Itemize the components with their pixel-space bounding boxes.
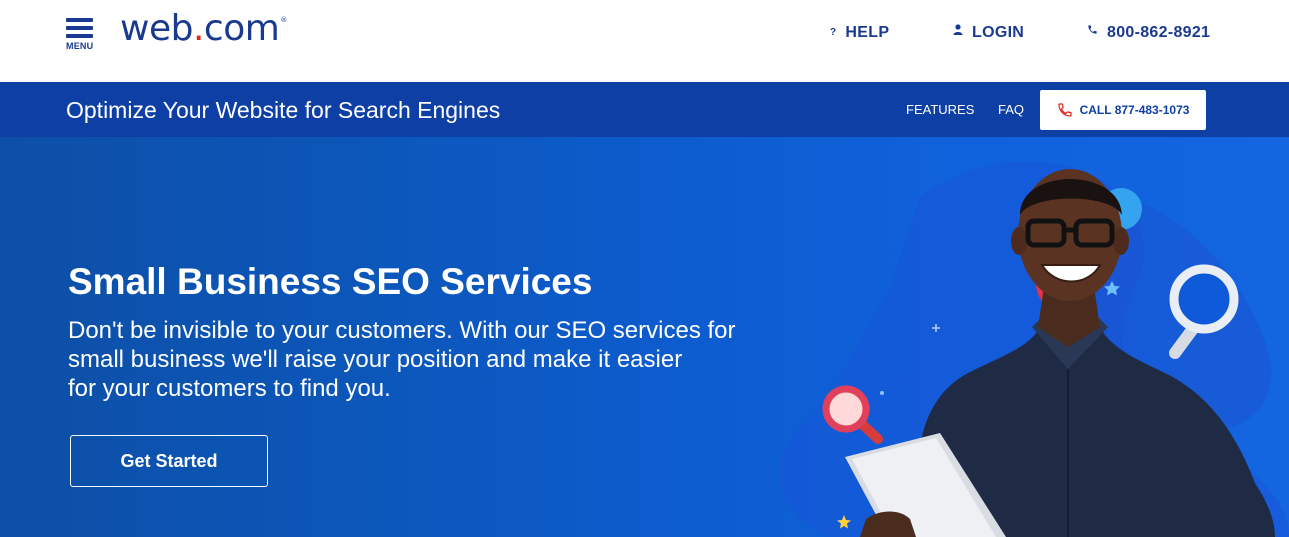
site-header: MENU web.com® ? HELP LOGIN 800-862-8921 <box>0 0 1289 82</box>
web-com-logo[interactable]: web.com® <box>120 8 287 49</box>
logo-registered-mark: ® <box>280 16 287 24</box>
help-link[interactable]: ? HELP <box>830 24 889 42</box>
get-started-label: Get Started <box>120 450 218 471</box>
person-ear-left <box>1011 227 1027 255</box>
faq-link[interactable]: FAQ <box>998 102 1024 117</box>
hero-title: Small Business SEO Services <box>68 261 592 303</box>
call-button-label: CALL 877-483-1073 <box>1079 103 1190 117</box>
user-icon <box>953 24 963 38</box>
subnav-title: Optimize Your Website for Search Engines <box>66 97 501 123</box>
hero-description-line: small business we'll raise your position… <box>68 346 683 373</box>
menu-button[interactable]: MENU <box>66 18 96 52</box>
phone-icon <box>1057 103 1072 117</box>
menu-label: MENU <box>66 41 94 51</box>
hero-person-illustration <box>778 161 1289 537</box>
login-label: LOGIN <box>972 24 1025 41</box>
hero-description: Don't be invisible to your customers. Wi… <box>68 316 768 403</box>
hero-title-bold: SEO Services <box>351 261 593 302</box>
question-icon: ? <box>830 27 837 38</box>
hero-title-light: Small Business <box>68 261 352 302</box>
product-subnav: Optimize Your Website for Search Engines… <box>0 82 1289 137</box>
decor-dot <box>880 391 884 395</box>
logo-dot: . <box>192 8 204 49</box>
person-ear-right <box>1113 227 1129 255</box>
hero-description-line: for your customers to find you. <box>68 375 391 402</box>
logo-suffix: com <box>203 8 280 49</box>
phone-icon <box>1087 24 1098 38</box>
features-link[interactable]: FEATURES <box>906 102 974 117</box>
get-started-button[interactable]: Get Started <box>70 435 268 487</box>
call-button[interactable]: CALL 877-483-1073 <box>1040 90 1206 130</box>
logo-text: web <box>120 8 193 49</box>
phone-number: 800-862-8921 <box>1107 24 1211 41</box>
hero-description-line: Don't be invisible to your customers. Wi… <box>68 317 736 344</box>
hero-banner: Small Business SEO Services Don't be inv… <box>0 137 1289 537</box>
hamburger-icon <box>66 18 96 38</box>
help-label: HELP <box>845 24 890 41</box>
login-link[interactable]: LOGIN <box>953 24 1024 42</box>
phone-link[interactable]: 800-862-8921 <box>1087 24 1210 42</box>
